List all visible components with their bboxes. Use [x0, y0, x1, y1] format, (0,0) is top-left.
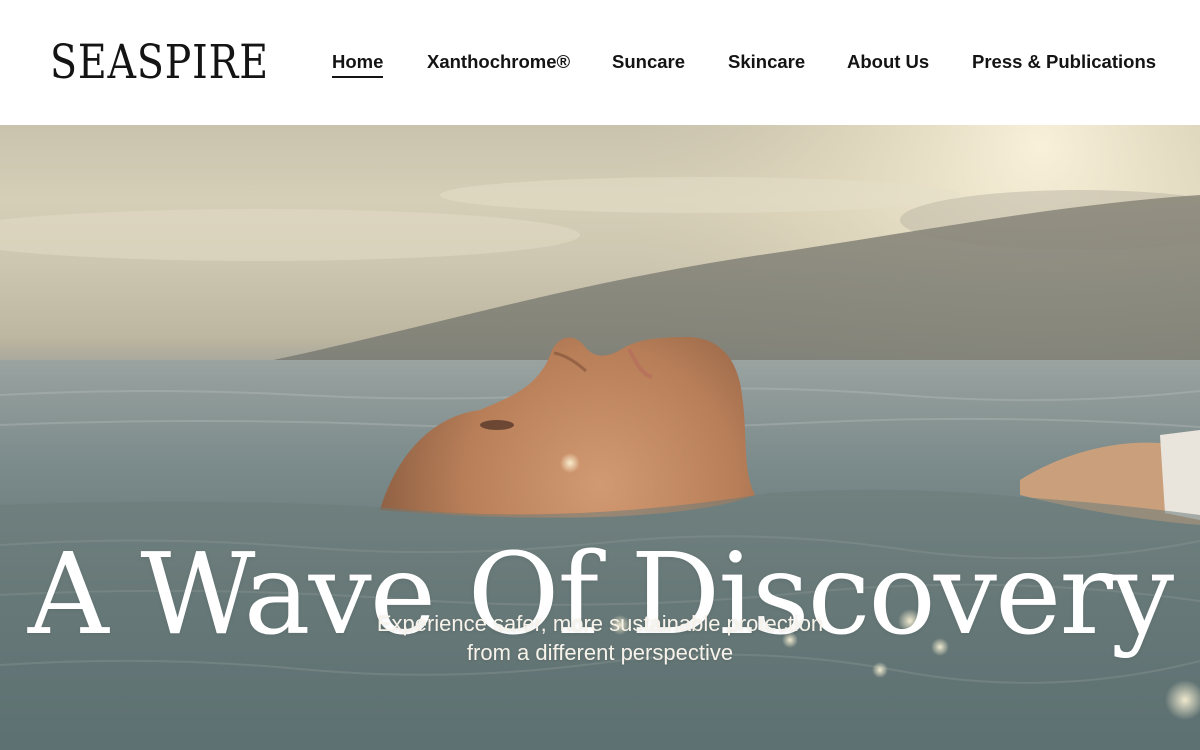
hero-subtitle-line-2: from a different perspective [466, 640, 734, 665]
nav-item-xanthochrome[interactable]: Xanthochrome® [427, 50, 570, 74]
nav-item-skincare[interactable]: Skincare [728, 50, 805, 74]
hero-subtitle-line-1: Experience safer, more sustainable prote… [376, 611, 824, 636]
nav-item-press-publications[interactable]: Press & Publications [972, 50, 1156, 74]
nav-item-about-us[interactable]: About Us [847, 50, 929, 74]
hero-subtitle: Experience safer, more sustainable prote… [0, 609, 1200, 667]
main-nav: Home Xanthochrome® Suncare Skincare Abou… [0, 50, 1200, 80]
nav-item-home[interactable]: Home [332, 50, 384, 78]
hero-section: A Wave Of Discovery Experience safer, mo… [0, 125, 1200, 750]
site-header: SEASPIRE Home Xanthochrome® Suncare Skin… [0, 0, 1200, 125]
nav-item-suncare[interactable]: Suncare [612, 50, 685, 74]
